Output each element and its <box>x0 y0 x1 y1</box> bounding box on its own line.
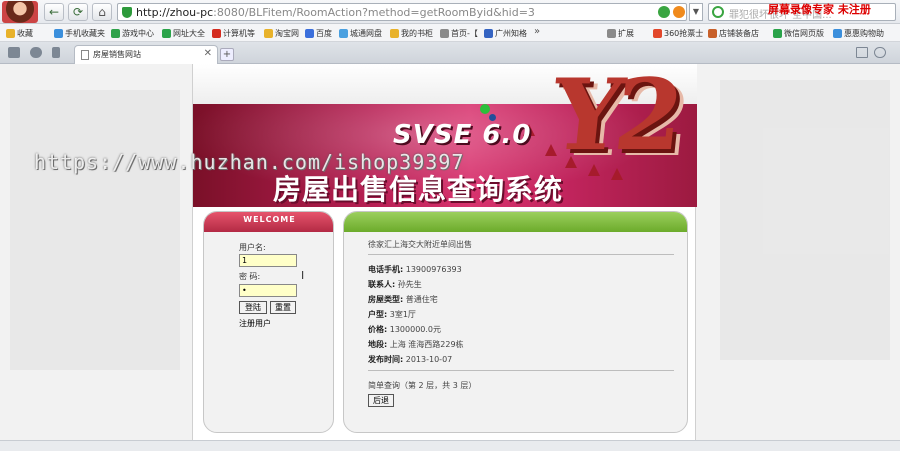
location-label: 地段: <box>368 340 388 349</box>
bookmark-item[interactable]: 广州知格 <box>484 27 527 40</box>
register-link[interactable]: 注册用户 <box>239 318 271 329</box>
search-engine-icon <box>712 6 724 18</box>
type-row: 房屋类型: 普通住宅 <box>368 294 438 305</box>
bookmarks-bar: 收藏 手机收藏夹 游戏中心 网址大全 计算机等 淘宝网 百度 城通网盘 我的书柜… <box>0 24 900 42</box>
layout-label: 户型: <box>368 310 388 319</box>
y2-logo: Y2 <box>547 64 682 173</box>
speed-mode-icon[interactable] <box>658 6 670 18</box>
background-ghost <box>720 80 890 360</box>
sidebar-toggle-icon[interactable] <box>8 47 20 58</box>
undo-close-icon[interactable] <box>874 47 886 58</box>
layout-value: 3室1厅 <box>389 310 416 319</box>
back-arrow-icon[interactable]: ← <box>44 3 64 21</box>
bookmark-item[interactable]: 城通网盘 <box>339 27 382 40</box>
location-row: 地段: 上海 淮海西路229栋 <box>368 339 464 350</box>
close-tab-icon[interactable]: ✕ <box>204 48 212 59</box>
tab-active[interactable]: 房屋销售网站 ✕ <box>74 45 218 64</box>
tab-title: 房屋销售网站 <box>93 50 141 59</box>
username-input[interactable] <box>239 254 297 267</box>
bookmark-item[interactable]: 首页-【 <box>440 27 478 40</box>
price-label: 价格: <box>368 325 388 334</box>
bookmark-item[interactable]: 计算机等 <box>212 27 255 40</box>
date-row: 发布时间: 2013-10-07 <box>368 354 452 365</box>
new-tab-icon[interactable]: + <box>220 48 234 61</box>
overlay-watermark: https://www.huzhan.com/ishop39397 <box>34 150 465 174</box>
divider <box>368 254 674 255</box>
window-restore-icon[interactable] <box>856 47 868 58</box>
bookmark-item[interactable]: 淘宝网 <box>264 27 299 40</box>
layout-row: 户型: 3室1厅 <box>368 309 416 320</box>
bookmark-item[interactable]: 游戏中心 <box>111 27 154 40</box>
bookmark-item[interactable]: 店铺装备店 <box>708 27 759 40</box>
history-icon[interactable] <box>52 47 60 58</box>
bookmark-item[interactable]: 惠惠购物助 <box>833 27 884 40</box>
bookmark-item[interactable]: 网址大全 <box>162 27 205 40</box>
text-cursor-icon: I <box>301 269 305 282</box>
date-value: 2013-10-07 <box>405 355 453 364</box>
bookmarks-more-icon[interactable]: » <box>534 26 540 37</box>
address-url[interactable]: http://zhou-pc:8080/BLFitem/RoomAction?m… <box>136 6 535 19</box>
login-panel-header: WELCOME <box>204 212 333 232</box>
bookmark-item[interactable]: 收藏 <box>6 27 33 40</box>
svse-logo: SVSE 6.0 <box>393 120 532 150</box>
paging-info: 简单查询（第 2 层，共 3 层） <box>368 381 477 390</box>
url-host: http://zhou-pc <box>136 6 214 19</box>
contact-label: 联系人: <box>368 280 396 289</box>
divider <box>368 370 674 371</box>
contact-row: 联系人: 孙先生 <box>368 279 422 290</box>
browser-toolbar: ← ⟳ ⌂ http://zhou-pc:8080/BLFitem/RoomAc… <box>0 0 900 24</box>
login-button[interactable]: 登陆 <box>239 301 267 314</box>
password-input[interactable] <box>239 284 297 297</box>
star-decoration <box>545 144 557 156</box>
user-avatar[interactable] <box>2 1 38 23</box>
star-decoration <box>565 156 577 168</box>
house-detail-panel: 徐家汇上海交大附近单间出售 电话手机: 13900976393 联系人: 孙先生… <box>343 211 688 433</box>
reset-button[interactable]: 重置 <box>270 301 296 314</box>
home-icon[interactable]: ⌂ <box>92 3 112 21</box>
compat-mode-icon[interactable] <box>673 6 685 18</box>
login-panel: WELCOME 用户名: 密 码: 登陆 重置 注册用户 <box>203 211 334 433</box>
bookmark-item[interactable]: 扩展 <box>607 27 634 40</box>
cloud-icon[interactable] <box>30 47 42 58</box>
address-bar[interactable]: http://zhou-pc:8080/BLFitem/RoomAction?m… <box>117 3 687 21</box>
web-page: Y2 SVSE 6.0 房屋出售信息查询系统 WELCOME 用户名: 密 码:… <box>192 64 697 451</box>
welcome-label: WELCOME <box>243 215 296 224</box>
green-ball-decoration <box>480 104 490 114</box>
star-decoration <box>611 168 623 180</box>
address-dropdown-icon[interactable]: ▼ <box>689 3 703 21</box>
type-label: 房屋类型: <box>368 295 404 304</box>
contact-value: 孙先生 <box>397 280 422 289</box>
phone-label: 电话手机: <box>368 265 404 274</box>
tab-bar: 房屋销售网站 ✕ + <box>0 42 900 64</box>
star-decoration <box>588 164 600 176</box>
back-button[interactable]: 后退 <box>368 394 394 407</box>
price-value: 1300000.0元 <box>389 325 442 334</box>
bookmark-item[interactable]: 360抢票士 <box>653 27 703 40</box>
url-path: :8080/BLFitem/RoomAction?method=getRoomB… <box>213 6 535 19</box>
bookmark-item[interactable]: 微信网页版 <box>773 27 824 40</box>
phone-value: 13900976393 <box>405 265 462 274</box>
phone-row: 电话手机: 13900976393 <box>368 264 462 275</box>
username-label: 用户名: <box>239 243 266 252</box>
security-shield-icon <box>122 7 132 18</box>
type-value: 普通住宅 <box>405 295 438 304</box>
site-banner: Y2 SVSE 6.0 房屋出售信息查询系统 <box>193 64 697 207</box>
date-label: 发布时间: <box>368 355 404 364</box>
bookmark-item[interactable]: 我的书柜 <box>390 27 433 40</box>
location-value: 上海 淮海西路229栋 <box>389 340 464 349</box>
price-row: 价格: 1300000.0元 <box>368 324 441 335</box>
bookmark-item[interactable]: 百度 <box>305 27 332 40</box>
listing-headline: 徐家汇上海交大附近单间出售 <box>368 240 472 249</box>
background-ghost <box>10 90 180 370</box>
page-icon <box>81 50 89 60</box>
status-bar <box>0 440 900 451</box>
refresh-icon[interactable]: ⟳ <box>68 3 88 21</box>
detail-panel-header <box>344 212 687 232</box>
password-label: 密 码: <box>239 272 261 281</box>
bookmark-item[interactable]: 手机收藏夹 <box>54 27 105 40</box>
recorder-watermark: 屏幕录像专家 未注册 <box>768 3 871 16</box>
